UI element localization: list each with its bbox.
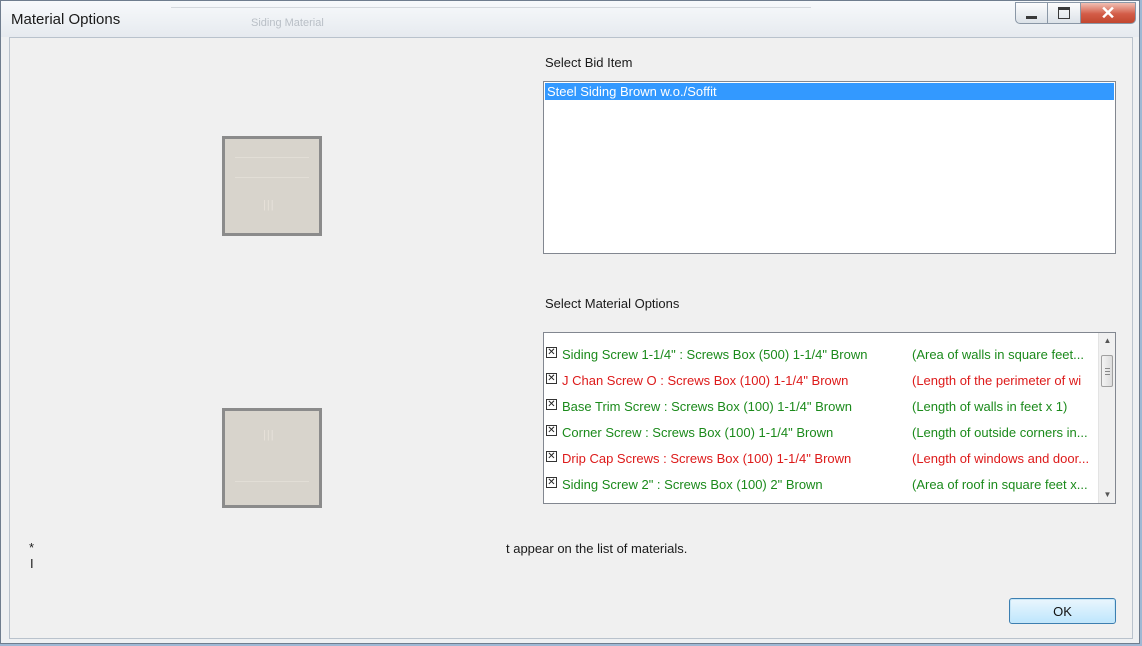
material-image-bottom: ||| xyxy=(222,408,322,508)
scroll-up-arrow-icon[interactable]: ▲ xyxy=(1099,333,1115,349)
dialog-body: ||| ||| Select Bid Item Steel Siding Bro… xyxy=(9,37,1133,639)
note-text: t appear on the list of materials. xyxy=(506,541,688,556)
ok-button[interactable]: OK xyxy=(1009,598,1116,624)
maximize-icon xyxy=(1058,7,1070,19)
option-description: (Length of windows and door... xyxy=(912,451,1090,466)
option-name: Base Trim Screw : Screws Box (100) 1-1/4… xyxy=(562,399,852,414)
material-option-row[interactable]: ✕ Siding Screw 2" : Screws Box (100) 2" … xyxy=(546,475,1096,497)
bid-item-listbox[interactable]: Steel Siding Brown w.o./Soffit xyxy=(543,81,1116,254)
material-option-row[interactable]: ✕ J Chan Screw O : Screws Box (100) 1-1/… xyxy=(546,371,1096,393)
close-icon: ✕ xyxy=(1100,2,1116,23)
option-name: Siding Screw 2" : Screws Box (100) 2" Br… xyxy=(562,477,823,492)
minimize-button[interactable] xyxy=(1015,2,1048,24)
note-asterisk: * xyxy=(29,540,35,555)
option-name: Corner Screw : Screws Box (100) 1-1/4" B… xyxy=(562,425,834,440)
title-bar[interactable]: Siding Material Material Options ✕ xyxy=(1,1,1139,37)
option-description: (Length of walls in feet x 1) xyxy=(912,399,1068,414)
option-name: Siding Screw 1-1/4" : Screws Box (500) 1… xyxy=(562,347,868,362)
option-name: J Chan Screw O : Screws Box (100) 1-1/4"… xyxy=(562,373,849,388)
background-window-title: Siding Material xyxy=(251,17,324,29)
option-description: (Area of walls in square feet... xyxy=(912,347,1084,362)
option-description: (Length of the perimeter of wi xyxy=(912,373,1082,388)
option-description: (Length of outside corners in... xyxy=(912,425,1088,440)
material-image-top: ||| xyxy=(222,136,322,236)
select-material-options-label: Select Material Options xyxy=(545,296,680,311)
close-button[interactable]: ✕ xyxy=(1081,2,1136,24)
window-controls: ✕ xyxy=(1015,2,1136,24)
checkbox-checked[interactable]: ✕ xyxy=(546,451,557,462)
option-description: (Area of roof in square feet x... xyxy=(912,477,1088,492)
options-scrollbar[interactable]: ▲ ▼ xyxy=(1098,333,1115,503)
checkbox-checked[interactable]: ✕ xyxy=(546,399,557,410)
background-window-edge xyxy=(171,1,811,8)
scroll-down-arrow-icon[interactable]: ▼ xyxy=(1099,487,1115,503)
maximize-button[interactable] xyxy=(1048,2,1081,24)
bid-item-selected[interactable]: Steel Siding Brown w.o./Soffit xyxy=(545,83,1114,100)
checkbox-checked[interactable]: ✕ xyxy=(546,425,557,436)
material-option-row[interactable]: ✕ Corner Screw : Screws Box (100) 1-1/4"… xyxy=(546,423,1096,445)
scrollbar-thumb[interactable] xyxy=(1101,355,1113,387)
material-options-list[interactable]: ✕ Siding Screw 1-1/4" : Screws Box (500)… xyxy=(543,332,1116,504)
note-second-line: I xyxy=(30,556,34,571)
material-option-row[interactable]: ✕ Base Trim Screw : Screws Box (100) 1-1… xyxy=(546,397,1096,419)
option-name: Drip Cap Screws : Screws Box (100) 1-1/4… xyxy=(562,451,852,466)
material-options-window: Siding Material Material Options ✕ ||| |… xyxy=(0,0,1140,644)
checkbox-checked[interactable]: ✕ xyxy=(546,373,557,384)
checkbox-checked[interactable]: ✕ xyxy=(546,477,557,488)
window-title: Material Options xyxy=(11,11,121,28)
image-placeholder-glyph-2: ||| xyxy=(263,429,275,441)
ok-button-label: OK xyxy=(1053,603,1072,619)
material-option-row[interactable]: ✕ Siding Screw 1-1/4" : Screws Box (500)… xyxy=(546,345,1096,367)
minimize-icon xyxy=(1026,15,1037,19)
image-placeholder-glyph: ||| xyxy=(263,199,275,211)
select-bid-item-label: Select Bid Item xyxy=(545,55,633,70)
checkbox-checked[interactable]: ✕ xyxy=(546,347,557,358)
material-option-row[interactable]: ✕ Drip Cap Screws : Screws Box (100) 1-1… xyxy=(546,449,1096,471)
